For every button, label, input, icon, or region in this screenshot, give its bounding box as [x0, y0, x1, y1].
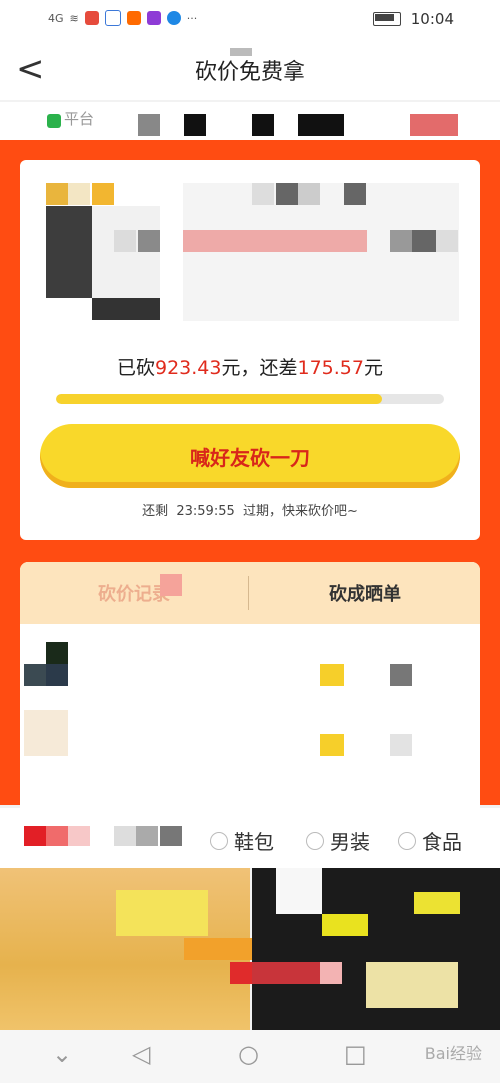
tab-bargain-records[interactable]: 砍价记录 [20, 562, 248, 624]
shield-icon [47, 114, 61, 128]
pixel-block [366, 962, 458, 1008]
pixel-block [184, 114, 206, 136]
recents-square-icon[interactable]: □ [344, 1040, 367, 1068]
category-icon [306, 831, 324, 850]
cut-prefix: 已砍 [116, 357, 155, 379]
list-item [24, 664, 46, 686]
list-item [24, 710, 68, 756]
category-shoes-bags[interactable]: 鞋包 [210, 826, 274, 855]
records-panel: 砍价记录 砍成晒单 [20, 562, 480, 822]
product-image [46, 206, 92, 298]
taobao-icon [126, 11, 141, 25]
pixel-block [414, 892, 460, 914]
pixel-block [138, 114, 160, 136]
pixel-block [276, 868, 322, 914]
category-label: 食品 [422, 830, 462, 854]
bargain-progress-bar [56, 394, 444, 404]
countdown-text: 还剩 23:59:55 过期，快来砍价吧~ [20, 500, 480, 519]
pixel-block [298, 114, 344, 136]
back-triangle-icon[interactable]: ◁ [132, 1040, 150, 1068]
list-item [46, 664, 68, 686]
list-item [390, 664, 412, 686]
remain-label: 还剩 [142, 504, 169, 519]
app-icon-1 [84, 11, 99, 25]
pixel-block [344, 183, 366, 205]
status-bar: 4G ≋ ··· 10:04 [0, 0, 500, 40]
list-item [46, 642, 68, 664]
remain-amount: 175.57 [297, 357, 364, 379]
pixel-block [160, 826, 182, 846]
tab-bar: 砍价记录 砍成晒单 [20, 562, 480, 624]
platform-label: 平台 [64, 110, 95, 128]
status-icons: 4G ≋ ··· [48, 10, 197, 26]
category-icon [398, 831, 416, 850]
pixel-block [114, 826, 136, 846]
progress-fill [56, 394, 382, 404]
status-right: 10:04 [372, 10, 454, 28]
pixel-block [24, 826, 46, 846]
product-image [92, 183, 114, 205]
category-label: 鞋包 [234, 830, 274, 854]
pixel-block [68, 826, 90, 846]
pixel-block [276, 183, 298, 205]
pixel-block [230, 962, 252, 984]
app-icon-2 [104, 10, 121, 26]
category-label: 男装 [330, 830, 370, 854]
pixel-block [183, 230, 367, 252]
product-image [68, 183, 90, 205]
product-image [114, 230, 136, 252]
tab-success-showcase[interactable]: 砍成晒单 [250, 562, 480, 624]
pixel-block [320, 962, 342, 984]
category-menswear[interactable]: 男装 [306, 826, 370, 855]
signal-icon: 4G [48, 11, 64, 25]
pixel-block [322, 914, 368, 936]
tab-divider [248, 576, 249, 610]
app-icon-4 [146, 11, 161, 25]
pixel-block [298, 183, 320, 205]
product-image [92, 206, 160, 298]
cut-amount: 923.43 [155, 357, 222, 379]
remain-unit: 元 [363, 357, 383, 379]
page-title: 砍价免费拿 [194, 60, 305, 85]
category-icon [210, 831, 228, 850]
product-info [183, 183, 459, 321]
pixel-block [390, 230, 412, 252]
battery-icon [372, 12, 401, 26]
product-image [92, 298, 160, 320]
pixel-block [136, 826, 158, 846]
remain-suffix: 过期，快来砍价吧~ [243, 504, 358, 519]
list-item [390, 734, 412, 756]
pixel-block [252, 183, 274, 205]
wifi-icon: ≋ [69, 11, 79, 25]
pixel-block [116, 890, 208, 936]
countdown: 23:59:55 [176, 504, 235, 519]
pixel-block [252, 962, 320, 984]
clock: 10:04 [410, 10, 454, 28]
pixel-block [46, 826, 68, 846]
cut-unit: 元，还差 [221, 357, 298, 379]
watermark: Bai经验 [424, 1044, 482, 1063]
pixel-block [184, 938, 252, 960]
pixel-block [160, 574, 182, 596]
pixel-block [410, 114, 458, 136]
chevron-down-icon[interactable]: ⌄ [52, 1040, 72, 1068]
product-image [46, 183, 68, 205]
more-icon: ··· [186, 11, 198, 25]
list-item [320, 664, 344, 686]
category-food[interactable]: 食品 [398, 826, 462, 855]
list-item [320, 734, 344, 756]
pixel-block [412, 230, 436, 252]
product-image [138, 230, 160, 252]
pixel-block [436, 230, 458, 252]
pixel-block [252, 114, 274, 136]
invite-friend-button[interactable]: 喊好友砍一刀 [40, 424, 460, 488]
blurred-fragment [230, 48, 252, 56]
bargain-status: 已砍923.43元，还差175.57元 [20, 353, 480, 380]
app-icon-5 [166, 11, 181, 25]
home-circle-icon[interactable]: ○ [238, 1040, 259, 1068]
